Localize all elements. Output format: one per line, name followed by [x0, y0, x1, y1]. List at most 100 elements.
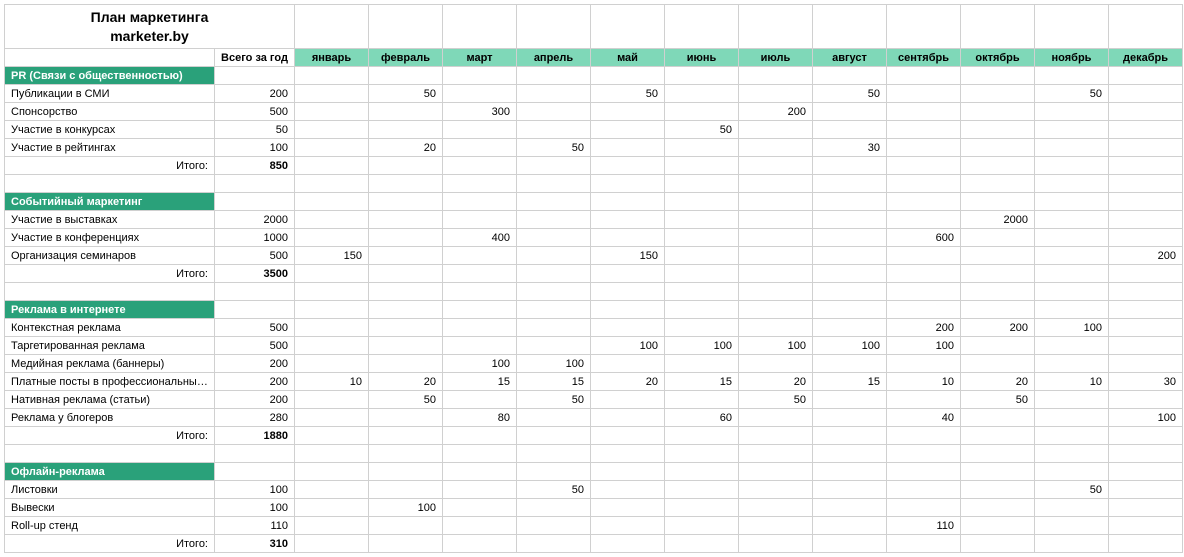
- row-month: 100: [1035, 319, 1109, 337]
- row-month: [369, 409, 443, 427]
- subtotal-value: 3500: [215, 265, 295, 283]
- row-month: [295, 499, 369, 517]
- row-total: 200: [215, 391, 295, 409]
- row-month: [295, 85, 369, 103]
- row-total: 100: [215, 499, 295, 517]
- row-month: 30: [1109, 373, 1183, 391]
- row-month: [887, 139, 961, 157]
- row-month: [591, 319, 665, 337]
- row-month: [1035, 139, 1109, 157]
- row-month: [1109, 211, 1183, 229]
- subtotal-label: Итого:: [5, 427, 215, 445]
- row-month: [1035, 229, 1109, 247]
- row-month: 50: [517, 481, 591, 499]
- row-month: [813, 481, 887, 499]
- data-row: Участие в конкурсах5050: [5, 121, 1183, 139]
- section-header: Реклама в интернете: [5, 301, 215, 319]
- row-month: [443, 121, 517, 139]
- data-row: Спонсорство500300200: [5, 103, 1183, 121]
- row-month: 40: [887, 409, 961, 427]
- row-month: [1035, 409, 1109, 427]
- row-month: [369, 355, 443, 373]
- section-header: Событийный маркетинг: [5, 193, 215, 211]
- row-total: 100: [215, 139, 295, 157]
- row-month: [961, 121, 1035, 139]
- row-month: [665, 481, 739, 499]
- row-month: [739, 211, 813, 229]
- subtotal-value: 1880: [215, 427, 295, 445]
- row-month: 2000: [961, 211, 1035, 229]
- row-month: [961, 517, 1035, 535]
- row-month: [1035, 517, 1109, 535]
- row-month: 600: [887, 229, 961, 247]
- row-month: 20: [961, 373, 1035, 391]
- row-month: [1035, 103, 1109, 121]
- row-month: [517, 517, 591, 535]
- row-month: [591, 517, 665, 535]
- row-month: 20: [369, 373, 443, 391]
- row-month: [1035, 211, 1109, 229]
- row-month: [1109, 517, 1183, 535]
- subtotal-label: Итого:: [5, 265, 215, 283]
- row-month: [1109, 139, 1183, 157]
- row-month: [443, 337, 517, 355]
- row-month: 150: [591, 247, 665, 265]
- row-month: [1035, 391, 1109, 409]
- row-total: 500: [215, 319, 295, 337]
- row-month: [739, 409, 813, 427]
- row-month: [295, 319, 369, 337]
- header-month: март: [443, 49, 517, 67]
- row-month: [739, 355, 813, 373]
- row-month: [813, 355, 887, 373]
- row-month: [591, 499, 665, 517]
- row-month: [813, 517, 887, 535]
- row-month: [961, 229, 1035, 247]
- row-month: 200: [887, 319, 961, 337]
- row-month: [887, 481, 961, 499]
- row-label: Roll-up стенд: [5, 517, 215, 535]
- data-row: Медийная реклама (баннеры)200100100: [5, 355, 1183, 373]
- row-month: [739, 121, 813, 139]
- data-row: Участие в конференциях1000400600: [5, 229, 1183, 247]
- row-month: [813, 229, 887, 247]
- row-month: [1035, 337, 1109, 355]
- data-row: Контекстная реклама500200200100: [5, 319, 1183, 337]
- row-month: 50: [369, 85, 443, 103]
- row-month: [591, 211, 665, 229]
- data-row: Нативная реклама (статьи)20050505050: [5, 391, 1183, 409]
- row-month: 30: [813, 139, 887, 157]
- row-month: [295, 355, 369, 373]
- row-month: [517, 247, 591, 265]
- row-month: [739, 499, 813, 517]
- row-month: 200: [961, 319, 1035, 337]
- row-month: 400: [443, 229, 517, 247]
- row-month: [517, 121, 591, 139]
- plan-title: План маркетингаmarketer.by: [5, 5, 295, 49]
- row-total: 500: [215, 247, 295, 265]
- row-month: [961, 337, 1035, 355]
- row-month: [813, 499, 887, 517]
- data-row: Публикации в СМИ20050505050: [5, 85, 1183, 103]
- subtotal-label: Итого:: [5, 535, 215, 553]
- row-month: [1035, 499, 1109, 517]
- data-row: Участие в рейтингах100205030: [5, 139, 1183, 157]
- row-month: [517, 499, 591, 517]
- row-month: [369, 121, 443, 139]
- row-label: Платные посты в профессиональных сообщес…: [5, 373, 215, 391]
- row-month: [665, 229, 739, 247]
- row-month: [665, 85, 739, 103]
- row-month: [1035, 247, 1109, 265]
- row-month: [591, 355, 665, 373]
- row-label: Нативная реклама (статьи): [5, 391, 215, 409]
- row-label: Участие в конференциях: [5, 229, 215, 247]
- row-month: 15: [665, 373, 739, 391]
- row-month: [813, 409, 887, 427]
- row-month: 20: [369, 139, 443, 157]
- header-blank: [5, 49, 215, 67]
- row-month: [739, 481, 813, 499]
- row-month: [517, 319, 591, 337]
- row-month: [1109, 85, 1183, 103]
- row-month: [295, 121, 369, 139]
- row-month: [961, 247, 1035, 265]
- header-month: май: [591, 49, 665, 67]
